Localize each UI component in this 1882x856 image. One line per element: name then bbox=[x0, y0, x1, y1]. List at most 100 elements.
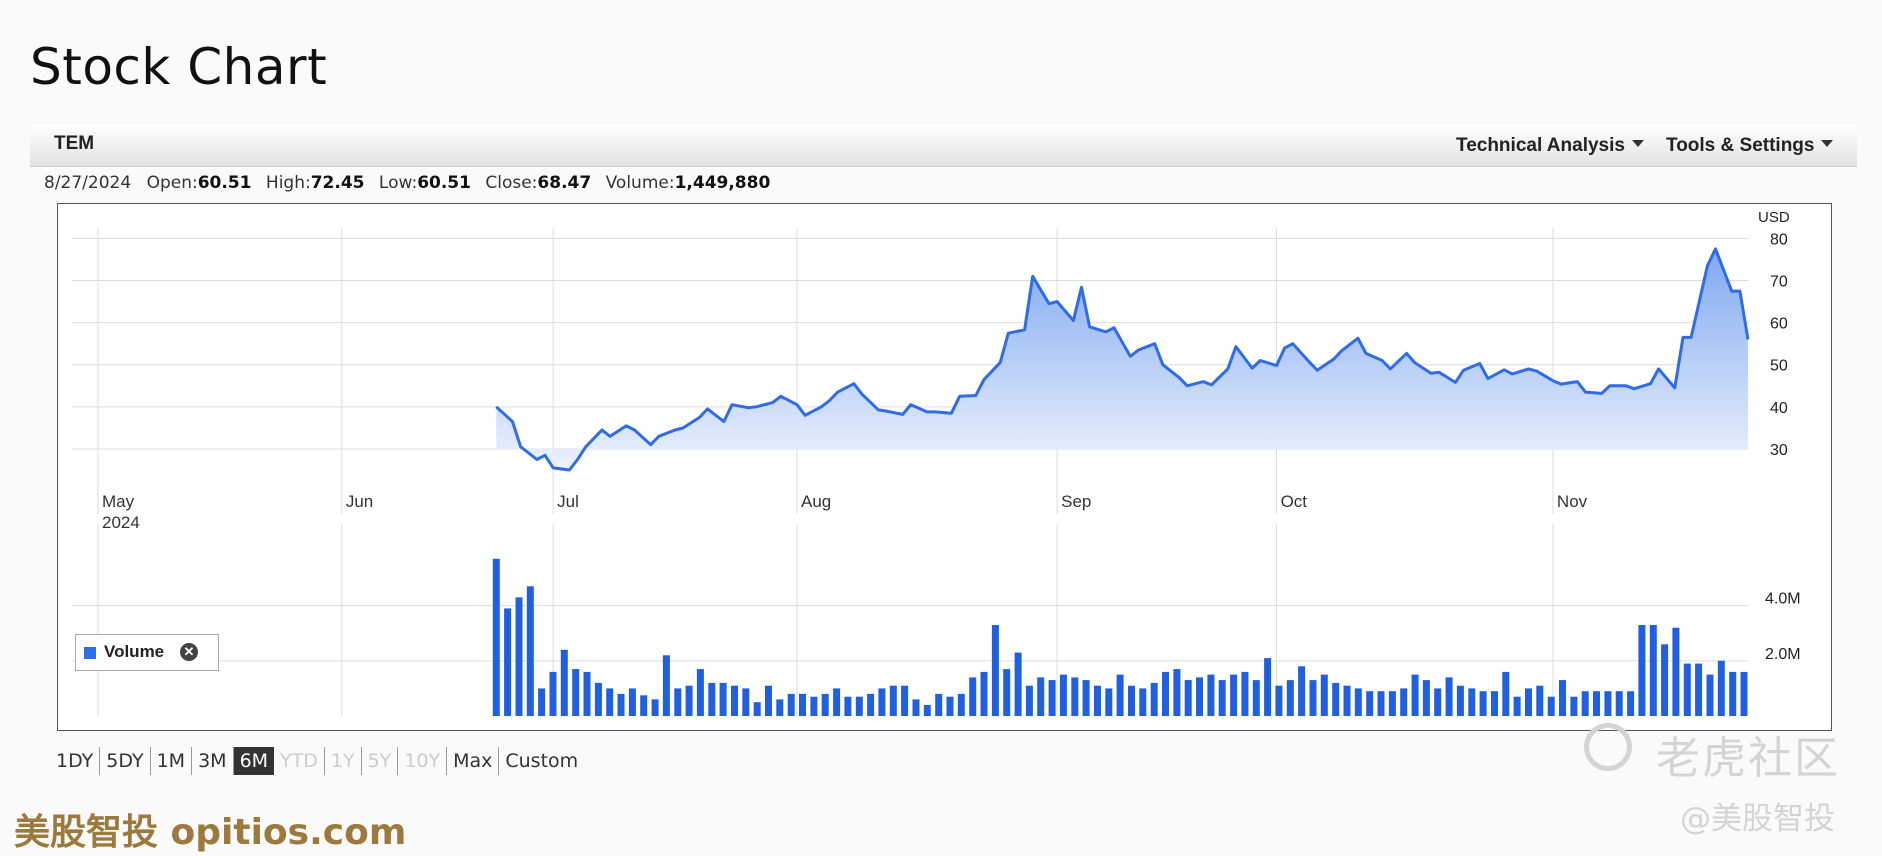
volume-bar bbox=[640, 695, 648, 716]
volume-bar bbox=[662, 655, 670, 716]
volume-bar bbox=[1400, 688, 1408, 716]
date-tick-label: Oct bbox=[1281, 492, 1308, 511]
volume-bar bbox=[1683, 663, 1691, 716]
volume-bar bbox=[742, 688, 750, 716]
range-button-custom[interactable]: Custom bbox=[499, 747, 584, 775]
volume-bar bbox=[719, 682, 727, 716]
volume-bar bbox=[1729, 671, 1737, 716]
volume-bar bbox=[1706, 674, 1714, 716]
range-button-1dy[interactable]: 1DY bbox=[50, 747, 101, 775]
volume-bar bbox=[1661, 644, 1669, 716]
volume-bar bbox=[1082, 680, 1090, 716]
volume-bar bbox=[1672, 627, 1680, 716]
low-value: 60.51 bbox=[417, 173, 471, 193]
volume-bar bbox=[526, 586, 534, 716]
price-volume-chart[interactable]: 30 40 50 60 70 80 USD May 2024 Jun Jul Aug Sep Oct Nov… bbox=[58, 204, 1831, 730]
volume-bar bbox=[515, 597, 523, 716]
volume-bar bbox=[504, 608, 512, 716]
volume-bar bbox=[991, 625, 999, 716]
volume-bar bbox=[1094, 685, 1101, 716]
range-button-max[interactable]: Max bbox=[447, 747, 500, 775]
technical-analysis-label: Technical Analysis bbox=[1456, 135, 1625, 156]
volume-bar bbox=[1230, 674, 1238, 716]
tools-settings-menu[interactable]: Tools & Settings bbox=[1666, 135, 1834, 157]
volume-bar bbox=[1218, 680, 1226, 716]
watermark-right-top: 老虎社区 bbox=[1656, 733, 1840, 784]
volume-bar bbox=[1581, 691, 1589, 716]
low-label: Low: bbox=[378, 173, 418, 193]
caret-down-icon bbox=[1631, 140, 1644, 148]
volume-bar bbox=[901, 685, 909, 716]
volume-bar bbox=[628, 688, 636, 716]
date-tick-label: Jul bbox=[557, 492, 579, 511]
volume-bar bbox=[606, 688, 614, 716]
volume-bar bbox=[1354, 688, 1362, 716]
volume-bar bbox=[1252, 680, 1260, 716]
volume-bar bbox=[821, 693, 829, 716]
range-button-3m[interactable]: 3M bbox=[192, 747, 234, 775]
volume-bar bbox=[1059, 674, 1067, 716]
volume-bar bbox=[765, 685, 772, 716]
volume-bar bbox=[1150, 682, 1158, 716]
volume-bar bbox=[1627, 691, 1635, 716]
volume-bar bbox=[1048, 680, 1056, 716]
close-label: Close: bbox=[485, 173, 538, 193]
volume-legend: Volume ✕ bbox=[75, 634, 219, 671]
technical-analysis-menu[interactable]: Technical Analysis bbox=[1456, 135, 1644, 157]
volume-bar bbox=[1422, 680, 1430, 716]
volume-label: Volume: bbox=[605, 173, 675, 193]
range-button-6m[interactable]: 6M bbox=[233, 747, 275, 775]
volume-bar bbox=[617, 693, 625, 716]
volume-legend-swatch bbox=[84, 647, 96, 659]
volume-bar bbox=[855, 696, 863, 716]
volume-bar bbox=[1275, 685, 1283, 716]
volume-bar bbox=[1014, 652, 1022, 716]
range-button-1m[interactable]: 1M bbox=[151, 747, 193, 775]
volume-bar bbox=[1649, 625, 1657, 716]
page-title: Stock Chart bbox=[30, 38, 328, 96]
volume-bar bbox=[1332, 682, 1340, 716]
volume-bar bbox=[923, 705, 931, 716]
volume-bar bbox=[799, 693, 806, 716]
volume-legend-label: Volume bbox=[104, 642, 165, 661]
volume-bar bbox=[844, 696, 852, 716]
volume-bar bbox=[810, 696, 818, 716]
volume-bar bbox=[957, 693, 965, 716]
tools-settings-label: Tools & Settings bbox=[1666, 135, 1815, 156]
volume-bar bbox=[1366, 691, 1374, 716]
volume-bar bbox=[889, 685, 897, 716]
volume-bar bbox=[538, 688, 546, 716]
price-tick-label: 30 bbox=[1770, 442, 1788, 459]
volume-bar bbox=[969, 677, 977, 716]
volume-bar bbox=[753, 702, 761, 716]
volume-bar bbox=[1264, 658, 1272, 716]
volume-bar bbox=[1343, 685, 1351, 716]
volume-bar bbox=[912, 699, 920, 716]
volume-bar bbox=[1593, 691, 1600, 716]
volume-bar bbox=[1638, 625, 1646, 716]
volume-bar bbox=[1025, 685, 1033, 716]
range-button-ytd: YTD bbox=[274, 747, 325, 775]
high-label: High: bbox=[265, 173, 311, 193]
volume-bar bbox=[1309, 680, 1317, 716]
volume-bar bbox=[1479, 691, 1487, 716]
volume-bar bbox=[1105, 688, 1113, 716]
date-tick-label: Sep bbox=[1061, 492, 1091, 511]
date-tick-label: Nov bbox=[1557, 492, 1588, 511]
chart-frame[interactable]: 30 40 50 60 70 80 USD May 2024 Jun Jul Aug Sep Oct Nov… bbox=[57, 203, 1832, 731]
volume-bar bbox=[1434, 688, 1442, 716]
volume-bar bbox=[685, 685, 693, 716]
volume-bar bbox=[867, 693, 875, 716]
range-button-5y: 5Y bbox=[362, 747, 399, 775]
tiger-logo-icon bbox=[1584, 723, 1632, 771]
volume-bar bbox=[572, 669, 580, 716]
volume-bar bbox=[1162, 671, 1169, 716]
volume-tick-label: 4.0M bbox=[1765, 591, 1801, 608]
range-button-5dy[interactable]: 5DY bbox=[100, 747, 151, 775]
volume-bar bbox=[1570, 696, 1578, 716]
volume-bar bbox=[1173, 669, 1181, 716]
close-icon[interactable]: ✕ bbox=[180, 643, 198, 661]
volume-bar bbox=[1547, 696, 1555, 716]
volume-bar bbox=[1411, 674, 1419, 716]
volume-bar bbox=[1241, 671, 1249, 716]
